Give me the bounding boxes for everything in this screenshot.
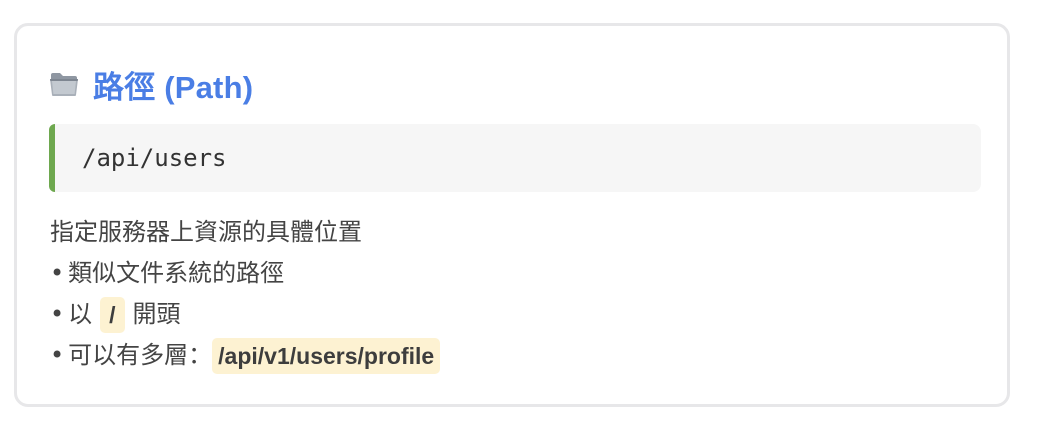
bullet-marker: • bbox=[50, 341, 65, 369]
list-item: • 類似文件系統的路徑 bbox=[50, 253, 448, 294]
bullet-marker: • bbox=[50, 300, 65, 328]
list-item: • 以 / 開頭 bbox=[50, 294, 448, 335]
bullet-marker: • bbox=[50, 259, 65, 287]
list-item-text: 開頭 bbox=[132, 300, 181, 328]
inline-code: /api/v1/users/profile bbox=[212, 337, 441, 374]
section-title: 路徑 (Path) bbox=[93, 69, 254, 105]
description: 指定服務器上資源的具體位置 • 類似文件系統的路徑 • 以 / 開頭 • 可以有… bbox=[50, 212, 448, 376]
list-item-text: 類似文件系統的路徑 bbox=[68, 259, 285, 287]
code-example: /api/users bbox=[82, 144, 227, 172]
section-header: 路徑 (Path) bbox=[49, 64, 254, 105]
inline-code: / bbox=[100, 296, 125, 333]
list-item-text: 可以有多層： bbox=[68, 341, 213, 369]
folder-icon bbox=[49, 71, 79, 97]
code-block: /api/users bbox=[49, 124, 981, 192]
path-info-card: 路徑 (Path) /api/users 指定服務器上資源的具體位置 • 類似文… bbox=[14, 23, 1010, 407]
list-item: • 可以有多層： /api/v1/users/profile bbox=[50, 335, 448, 376]
list-item-text: 以 bbox=[68, 300, 93, 328]
description-intro: 指定服務器上資源的具體位置 bbox=[50, 212, 448, 253]
intro-text: 指定服務器上資源的具體位置 bbox=[50, 218, 362, 246]
